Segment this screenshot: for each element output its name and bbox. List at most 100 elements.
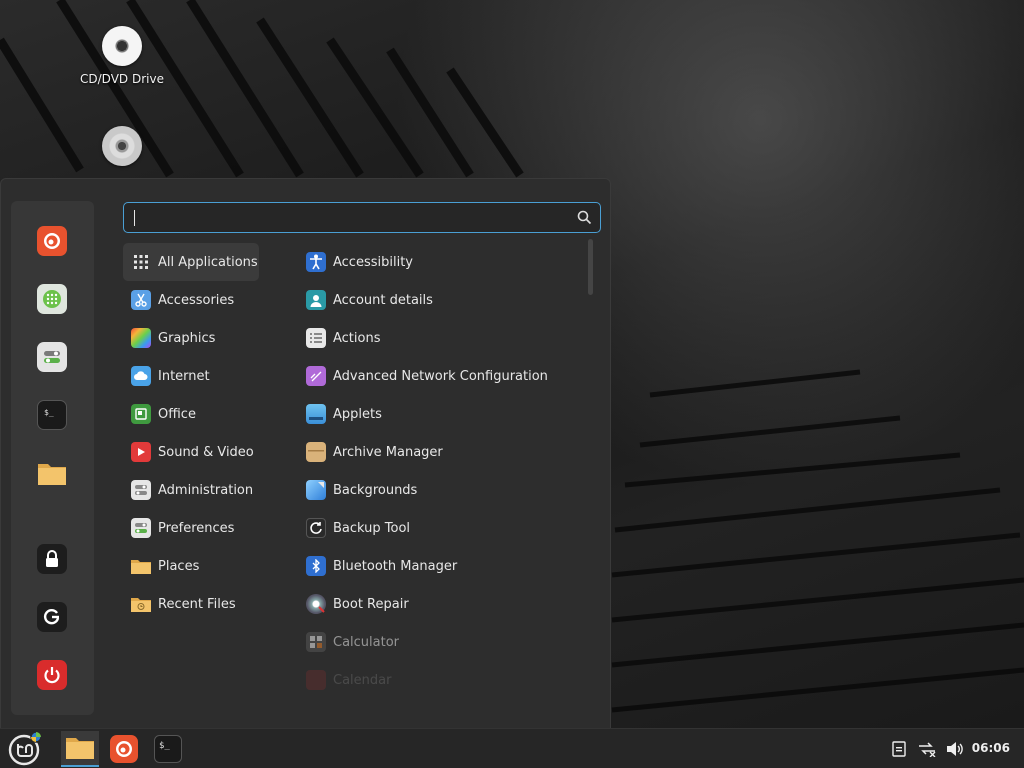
category-label: Administration <box>158 482 254 498</box>
favorite-power[interactable] <box>37 660 67 690</box>
app-applets[interactable]: Applets <box>298 395 578 433</box>
category-places[interactable]: Places <box>123 547 259 585</box>
category-all-applications[interactable]: All Applications <box>123 243 259 281</box>
category-label: Preferences <box>158 520 235 536</box>
system-settings-icon <box>44 351 60 363</box>
category-graphics[interactable]: Graphics <box>123 319 259 357</box>
favorite-system-settings[interactable] <box>37 342 67 372</box>
notes-applet[interactable] <box>890 740 908 758</box>
desktop-icon-cd[interactable] <box>74 126 170 172</box>
admin-icon <box>131 480 151 500</box>
disc-icon <box>102 26 142 66</box>
application-menu: $_ All Applications Accessories Graphics… <box>0 178 611 728</box>
taskbar-firefox[interactable] <box>105 731 143 767</box>
category-administration[interactable]: Administration <box>123 471 259 509</box>
category-preferences[interactable]: Preferences <box>123 509 259 547</box>
cloud-icon <box>131 366 151 386</box>
app-backup-tool[interactable]: Backup Tool <box>298 509 578 547</box>
app-label: Backup Tool <box>333 520 411 536</box>
app-label: Actions <box>333 330 381 346</box>
text-caret <box>134 210 135 226</box>
category-label: All Applications <box>158 254 258 270</box>
svg-text:$_: $_ <box>159 741 170 751</box>
play-icon <box>131 442 151 462</box>
network-disconnected-icon <box>919 742 936 757</box>
taskbar: $_ 06:06 <box>0 728 1024 768</box>
files-icon <box>38 464 66 485</box>
desktop-icon-cd-dvd-drive[interactable]: CD/DVD Drive <box>74 26 170 86</box>
apps-scrollbar[interactable] <box>588 239 593 295</box>
sound-applet[interactable] <box>946 740 964 758</box>
menu-button[interactable] <box>2 731 44 767</box>
calendar-icon <box>306 670 326 690</box>
preferences-icon <box>131 518 151 538</box>
recent-folder-icon <box>131 594 151 614</box>
notes-icon <box>892 741 906 757</box>
network-applet[interactable] <box>918 740 936 758</box>
category-office[interactable]: Office <box>123 395 259 433</box>
search-box[interactable] <box>123 202 601 233</box>
terminal-icon: $_ <box>154 735 182 763</box>
clock[interactable]: 06:06 <box>972 741 1010 755</box>
favorite-software-manager[interactable] <box>37 284 67 314</box>
taskbar-files[interactable] <box>61 731 99 767</box>
app-label: Bluetooth Manager <box>333 558 458 574</box>
calculator-icon <box>306 632 326 652</box>
mint-logo-icon <box>8 731 42 766</box>
app-calendar[interactable]: Calendar <box>298 661 578 699</box>
favorite-lock[interactable] <box>37 544 67 574</box>
software-manager-icon <box>43 290 61 308</box>
favorite-logout[interactable] <box>37 602 67 632</box>
app-calculator[interactable]: Calculator <box>298 623 578 661</box>
category-internet[interactable]: Internet <box>123 357 259 395</box>
power-icon <box>44 667 60 684</box>
network-config-icon <box>306 366 326 386</box>
favorite-terminal[interactable]: $_ <box>37 400 67 430</box>
category-accessories[interactable]: Accessories <box>123 281 259 319</box>
favorites-sidebar: $_ <box>11 201 94 715</box>
firefox-icon <box>110 735 138 763</box>
category-label: Internet <box>158 368 210 384</box>
bluetooth-icon <box>306 556 326 576</box>
app-boot-repair[interactable]: Boot Repair <box>298 585 578 623</box>
folder-icon <box>131 556 151 576</box>
app-label: Applets <box>333 406 382 422</box>
app-accessibility[interactable]: Accessibility <box>298 243 578 281</box>
logout-icon <box>43 608 60 625</box>
boot-repair-icon <box>306 594 326 614</box>
category-label: Places <box>158 558 200 574</box>
category-sound-video[interactable]: Sound & Video <box>123 433 259 471</box>
app-label: Accessibility <box>333 254 413 270</box>
volume-icon <box>947 742 963 756</box>
desktop-icon-label: CD/DVD Drive <box>80 72 164 86</box>
app-account-details[interactable]: Account details <box>298 281 578 319</box>
category-label: Office <box>158 406 196 422</box>
app-bluetooth-manager[interactable]: Bluetooth Manager <box>298 547 578 585</box>
accessibility-icon <box>306 252 326 272</box>
app-label: Archive Manager <box>333 444 443 460</box>
grid-icon <box>131 252 151 272</box>
backup-icon <box>306 518 326 538</box>
app-actions[interactable]: Actions <box>298 319 578 357</box>
files-icon <box>66 738 94 759</box>
app-backgrounds[interactable]: Backgrounds <box>298 471 578 509</box>
favorite-files[interactable] <box>37 458 67 488</box>
graphics-icon <box>131 328 151 348</box>
category-label: Accessories <box>158 292 235 308</box>
app-label: Backgrounds <box>333 482 418 498</box>
app-label: Account details <box>333 292 433 308</box>
category-recent-files[interactable]: Recent Files <box>123 585 259 623</box>
app-archive-manager[interactable]: Archive Manager <box>298 433 578 471</box>
svg-text:$_: $_ <box>44 408 54 417</box>
favorite-firefox[interactable] <box>37 226 67 256</box>
app-advanced-network-configuration[interactable]: Advanced Network Configuration <box>298 357 578 395</box>
backgrounds-icon <box>306 480 326 500</box>
lock-icon <box>46 550 58 567</box>
search-icon[interactable] <box>577 210 592 225</box>
taskbar-terminal[interactable]: $_ <box>149 731 187 767</box>
category-label: Sound & Video <box>158 444 254 460</box>
actions-icon <box>306 328 326 348</box>
app-label: Calendar <box>333 672 392 688</box>
scissors-icon <box>131 290 151 310</box>
category-label: Graphics <box>158 330 216 346</box>
